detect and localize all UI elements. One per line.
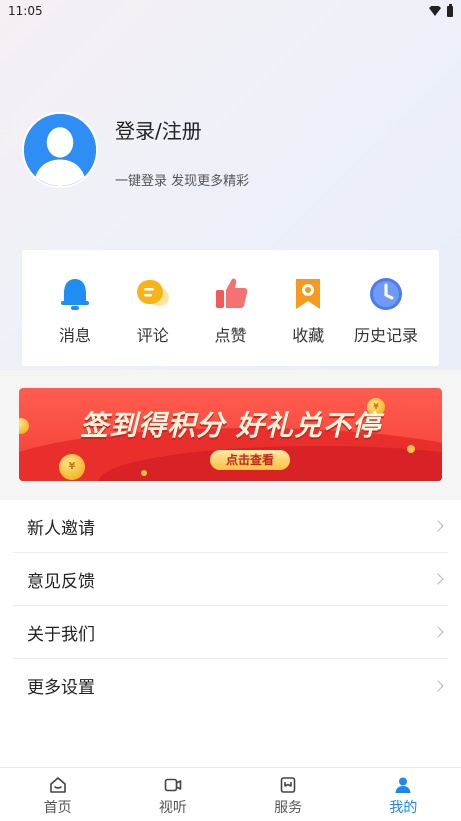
nav-label: 服务 — [274, 800, 303, 816]
login-subtitle: 一键登录 发现更多精彩 — [115, 174, 250, 189]
bookmark-icon — [296, 279, 321, 309]
default-avatar-icon — [24, 114, 96, 186]
user-icon — [395, 777, 411, 793]
status-time: 11:05 — [8, 4, 43, 18]
action-label: 消息 — [58, 326, 91, 345]
action-label: 历史记录 — [353, 326, 418, 345]
chevron-right-icon — [432, 626, 444, 638]
action-label: 评论 — [136, 326, 169, 345]
nav-label: 首页 — [43, 800, 72, 816]
menu-item-about[interactable]: 关于我们 — [13, 606, 448, 659]
settings-menu: 新人邀请 意见反馈 关于我们 更多设置 — [0, 500, 461, 712]
bell-icon — [61, 279, 89, 310]
thumbs-up-icon — [215, 278, 247, 308]
service-icon — [280, 777, 296, 793]
menu-item-label: 关于我们 — [27, 624, 95, 645]
menu-item-label: 新人邀请 — [27, 518, 95, 539]
menu-item-settings[interactable]: 更多设置 — [13, 659, 448, 712]
profile-screen: 11:05 登录/注册 一键登录 发现更多精彩 消息 评论 点赞 收藏 历史记录… — [0, 0, 461, 821]
action-history[interactable]: 历史记录 — [351, 276, 421, 346]
avatar[interactable] — [22, 112, 98, 188]
quick-actions-card: 消息 评论 点赞 收藏 历史记录 — [22, 250, 439, 366]
nav-label: 视听 — [158, 800, 187, 816]
wifi-icon — [429, 6, 441, 16]
action-label: 收藏 — [292, 326, 325, 345]
menu-item-invite[interactable]: 新人邀请 — [13, 500, 448, 553]
status-bar: 11:05 — [0, 0, 461, 22]
login-register-link[interactable]: 登录/注册 — [115, 115, 202, 144]
menu-item-feedback[interactable]: 意见反馈 — [13, 553, 448, 606]
action-label: 点赞 — [214, 326, 247, 345]
action-likes[interactable]: 点赞 — [196, 276, 266, 346]
banner-view-button[interactable]: 点击查看 — [210, 450, 290, 470]
menu-item-label: 更多设置 — [27, 678, 95, 698]
video-icon — [164, 778, 182, 792]
banner-title: 签到得积分 好礼兑不停 — [80, 409, 381, 442]
chevron-right-icon — [432, 573, 444, 585]
nav-label: 我的 — [389, 800, 418, 816]
action-favorites[interactable]: 收藏 — [273, 276, 343, 346]
chevron-right-icon — [432, 679, 444, 692]
coin-icon: ¥ — [59, 454, 85, 480]
nav-mine[interactable]: 我的 — [346, 768, 461, 817]
banner-dot — [407, 445, 415, 453]
chevron-right-icon — [432, 520, 444, 532]
action-comments[interactable]: 评论 — [118, 276, 188, 346]
nav-video[interactable]: 视听 — [115, 768, 230, 817]
menu-item-label: 意见反馈 — [27, 571, 95, 592]
checkin-banner[interactable]: ¥ ¥ 签到得积分 好礼兑不停 点击查看 — [19, 388, 442, 481]
bottom-nav: 首页 视听 服务 我的 — [0, 767, 461, 821]
clock-icon — [370, 278, 402, 310]
action-messages[interactable]: 消息 — [40, 276, 110, 346]
battery-icon — [447, 3, 453, 17]
nav-service[interactable]: 服务 — [231, 768, 346, 817]
nav-home[interactable]: 首页 — [0, 768, 115, 817]
status-icons — [429, 3, 453, 17]
banner-dot — [141, 470, 147, 476]
home-icon — [49, 777, 66, 793]
comment-icon — [136, 280, 169, 306]
